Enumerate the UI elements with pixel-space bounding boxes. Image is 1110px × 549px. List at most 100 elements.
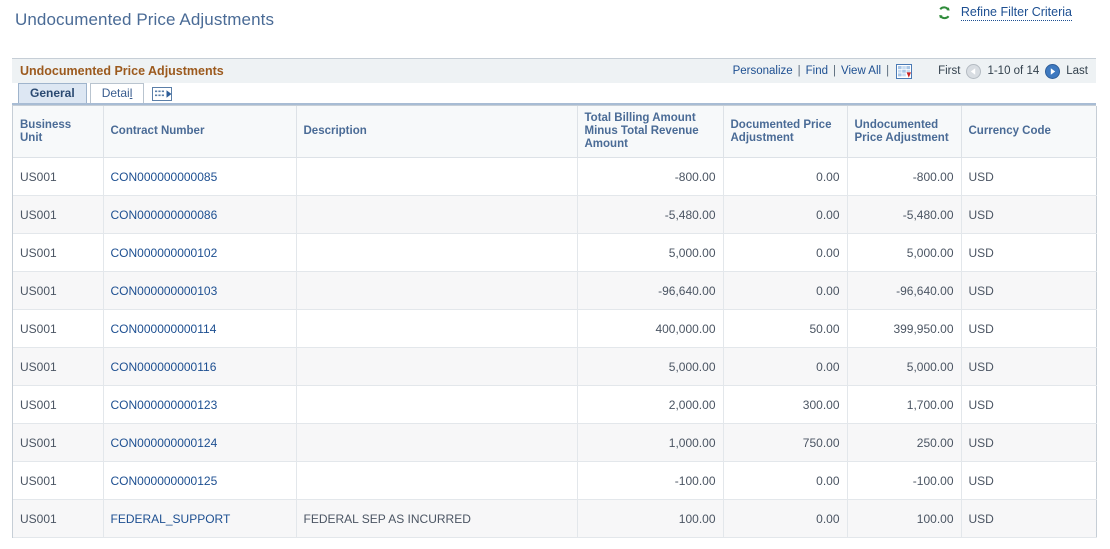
cell-undocumented-price-adjustment: -100.00	[847, 461, 962, 500]
grid-action-bar: Personalize | Find | View All | First 1-…	[733, 59, 1088, 83]
cell-currency-code: USD	[961, 271, 1097, 310]
cell-currency-code: USD	[961, 195, 1097, 234]
cell-description	[296, 271, 578, 310]
cell-contract-number: CON000000000116	[103, 347, 297, 386]
cell-business-unit: US001	[13, 461, 104, 500]
refine-filter-area: Refine Filter Criteria	[937, 5, 1072, 21]
contract-number-link[interactable]: CON000000000124	[111, 436, 218, 450]
cell-contract-number: CON000000000125	[103, 461, 297, 500]
cell-total-billing-minus-revenue: 1,000.00	[577, 423, 724, 462]
cell-business-unit: US001	[13, 195, 104, 234]
cell-total-billing-minus-revenue: 2,000.00	[577, 385, 724, 424]
cell-contract-number: FEDERAL_SUPPORT	[103, 499, 297, 538]
cell-undocumented-price-adjustment: 100.00	[847, 499, 962, 538]
refresh-icon[interactable]	[937, 5, 952, 21]
contract-number-link[interactable]: CON000000000086	[111, 208, 218, 222]
cell-description	[296, 385, 578, 424]
cell-description: FEDERAL SEP AS INCURRED	[296, 499, 578, 538]
cell-undocumented-price-adjustment: -800.00	[847, 157, 962, 196]
cell-undocumented-price-adjustment: -5,480.00	[847, 195, 962, 234]
cell-currency-code: USD	[961, 309, 1097, 348]
cell-total-billing-minus-revenue: -100.00	[577, 461, 724, 500]
cell-business-unit: US001	[13, 233, 104, 272]
cell-currency-code: USD	[961, 423, 1097, 462]
group-title: Undocumented Price Adjustments	[20, 64, 224, 78]
table-row: US001 CON000000000086 -5,480.00 0.00 -5,480.…	[13, 195, 1097, 234]
cell-contract-number: CON000000000103	[103, 271, 297, 310]
cell-currency-code: USD	[961, 347, 1097, 386]
page-header: Undocumented Price Adjustments Refine Fi…	[0, 0, 1110, 46]
cell-business-unit: US001	[13, 499, 104, 538]
cell-currency-code: USD	[961, 499, 1097, 538]
contract-number-link[interactable]: CON000000000123	[111, 398, 218, 412]
column-header-business-unit[interactable]: Business Unit	[13, 106, 104, 158]
column-header-description[interactable]: Description	[296, 106, 578, 158]
cell-total-billing-minus-revenue: -5,480.00	[577, 195, 724, 234]
tab-general-label: General	[30, 86, 75, 100]
column-header-undocumented-price-adjustment[interactable]: Undocumented Price Adjustment	[847, 106, 962, 158]
cell-total-billing-minus-revenue: -800.00	[577, 157, 724, 196]
table-header-row: Business Unit Contract Number Descriptio…	[13, 106, 1097, 158]
cell-undocumented-price-adjustment: 250.00	[847, 423, 962, 462]
contract-number-link[interactable]: FEDERAL_SUPPORT	[111, 512, 231, 526]
action-separator-2: |	[833, 65, 837, 77]
table-row: US001 CON000000000123 2,000.00 300.00 1,700.…	[13, 385, 1097, 424]
undocumented-price-adjustments-table: Business Unit Contract Number Descriptio…	[13, 106, 1097, 538]
cell-currency-code: USD	[961, 385, 1097, 424]
cell-description	[296, 233, 578, 272]
cell-documented-price-adjustment: 50.00	[723, 309, 848, 348]
cell-documented-price-adjustment: 0.00	[723, 233, 848, 272]
tab-detail[interactable]: Detail	[89, 83, 145, 103]
page-counter: 1-10 of 14	[987, 65, 1040, 77]
cell-description	[296, 195, 578, 234]
tab-general[interactable]: General	[18, 83, 87, 103]
column-header-currency-code[interactable]: Currency Code	[961, 106, 1097, 158]
column-header-documented-price-adjustment[interactable]: Documented Price Adjustment	[723, 106, 848, 158]
personalize-link[interactable]: Personalize	[733, 65, 793, 77]
cell-documented-price-adjustment: 0.00	[723, 195, 848, 234]
table-row: US001 CON000000000116 5,000.00 0.00 5,000.00…	[13, 347, 1097, 386]
cell-documented-price-adjustment: 0.00	[723, 347, 848, 386]
column-header-total-billing-minus-revenue[interactable]: Total Billing Amount Minus Total Revenue…	[577, 106, 724, 158]
first-page-link[interactable]: First	[938, 65, 960, 77]
cell-contract-number: CON000000000124	[103, 423, 297, 462]
cell-business-unit: US001	[13, 271, 104, 310]
cell-documented-price-adjustment: 0.00	[723, 499, 848, 538]
view-all-link[interactable]: View All	[841, 65, 881, 77]
expand-row-icon[interactable]	[152, 86, 178, 102]
refine-filter-criteria-link[interactable]: Refine Filter Criteria	[960, 5, 1072, 21]
cell-contract-number: CON000000000123	[103, 385, 297, 424]
tab-detail-label: Detai	[101, 86, 130, 100]
grid-tab-strip: General Detail	[12, 83, 1096, 105]
cell-undocumented-price-adjustment: 399,950.00	[847, 309, 962, 348]
previous-page-arrow-icon[interactable]	[966, 63, 982, 79]
tab-detail-accesskey: l	[129, 86, 133, 100]
contract-number-link[interactable]: CON000000000125	[111, 474, 218, 488]
contract-number-link[interactable]: CON000000000103	[111, 284, 218, 298]
cell-currency-code: USD	[961, 461, 1097, 500]
table-body: US001 CON000000000085 -800.00 0.00 -800.00 US…	[13, 157, 1097, 538]
contract-number-link[interactable]: CON000000000114	[111, 322, 217, 336]
next-page-arrow-icon[interactable]	[1045, 63, 1061, 79]
cell-description	[296, 157, 578, 196]
column-header-contract-number[interactable]: Contract Number	[103, 106, 297, 158]
cell-business-unit: US001	[13, 385, 104, 424]
contract-number-link[interactable]: CON000000000085	[111, 170, 218, 184]
table-row: US001 CON000000000103 -96,640.00 0.00 -96,64…	[13, 271, 1097, 310]
data-grid-wrapper: Business Unit Contract Number Descriptio…	[12, 105, 1097, 538]
cell-business-unit: US001	[13, 157, 104, 196]
contract-number-link[interactable]: CON000000000116	[111, 360, 217, 374]
last-page-link[interactable]: Last	[1066, 65, 1088, 77]
cell-total-billing-minus-revenue: 400,000.00	[577, 309, 724, 348]
cell-currency-code: USD	[961, 157, 1097, 196]
pagination-controls: First 1-10 of 14 Last	[938, 63, 1088, 79]
cell-undocumented-price-adjustment: -96,640.00	[847, 271, 962, 310]
cell-documented-price-adjustment: 0.00	[723, 157, 848, 196]
find-link[interactable]: Find	[806, 65, 828, 77]
cell-contract-number: CON000000000114	[103, 309, 297, 348]
cell-undocumented-price-adjustment: 1,700.00	[847, 385, 962, 424]
action-separator-1: |	[797, 65, 801, 77]
table-row: US001 CON000000000125 -100.00 0.00 -100.00 US…	[13, 461, 1097, 500]
contract-number-link[interactable]: CON000000000102	[111, 246, 218, 260]
spreadsheet-download-icon[interactable]	[896, 63, 913, 79]
